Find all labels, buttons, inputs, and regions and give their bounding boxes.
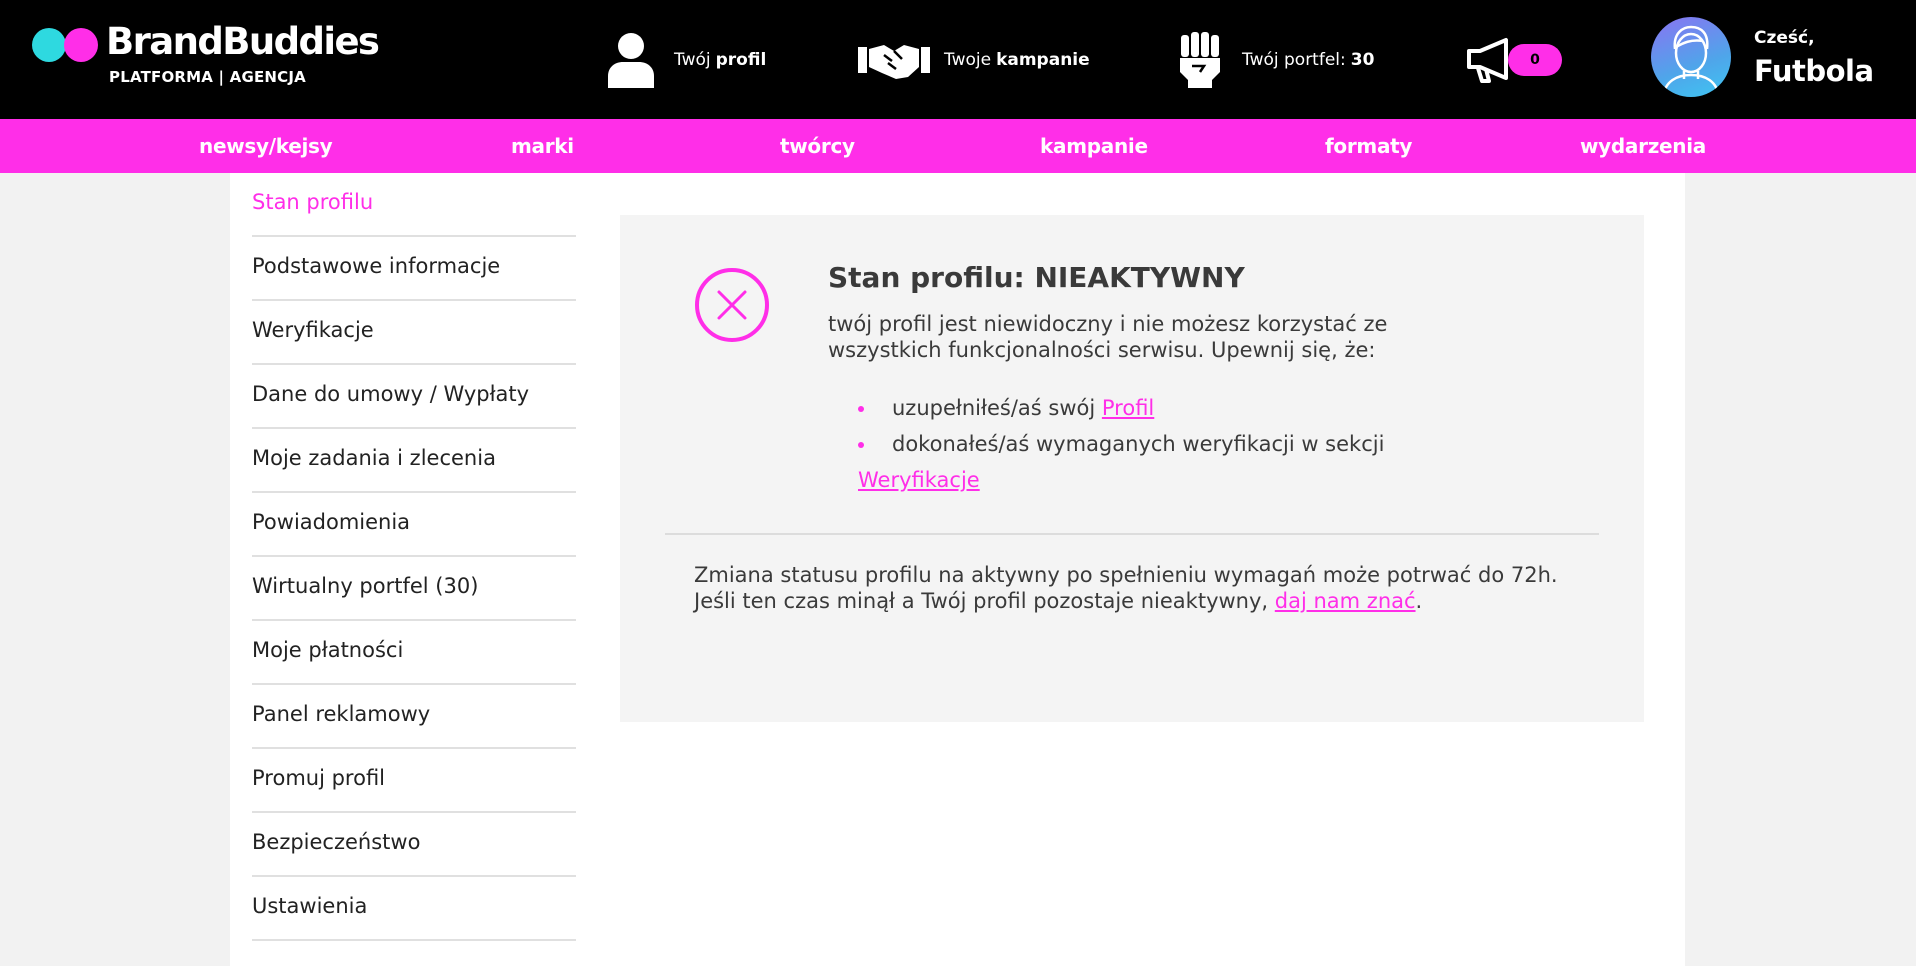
sidebar-item-wirtualny-portfel[interactable]: Wirtualny portfel (30) xyxy=(252,557,576,621)
logo-cyan-dot xyxy=(32,28,66,62)
my-profile-link[interactable]: Twój profil xyxy=(606,0,766,119)
sidebar-item-dane-do-umowy[interactable]: Dane do umowy / Wypłaty xyxy=(252,365,576,429)
sidebar-item-moje-platnosci[interactable]: Moje płatności xyxy=(252,621,576,685)
sidebar-item-bezpieczenstwo[interactable]: Bezpieczeństwo xyxy=(252,813,576,877)
user-greeting: Cześć, Futbola xyxy=(1754,28,1874,88)
sidebar-item-panel-reklamowy[interactable]: Panel reklamowy xyxy=(252,685,576,749)
user-avatar-icon xyxy=(1661,25,1721,97)
nav-item-newsy-kejsy[interactable]: newsy/kejsy xyxy=(199,119,333,173)
notifications-button[interactable]: 0 xyxy=(1466,0,1562,119)
notifications-count-badge: 0 xyxy=(1508,43,1562,76)
status-title: Stan profilu: NIEAKTYWNY xyxy=(828,261,1245,294)
sidebar-item-ustawienia[interactable]: Ustawienia xyxy=(252,877,576,941)
list-item: uzupełniłeś/aś swój Profil xyxy=(858,390,1478,426)
sidebar-item-moje-zadania[interactable]: Moje zadania i zlecenia xyxy=(252,429,576,493)
sidebar-item-stan-profilu[interactable]: Stan profilu xyxy=(252,173,576,237)
top-header: BrandBuddies PLATFORMA | AGENCJA Twój pr… xyxy=(0,0,1916,119)
greeting-text: Cześć, xyxy=(1754,28,1815,48)
profile-status-panel: Stan profilu: NIEAKTYWNY twój profil jes… xyxy=(620,215,1644,722)
profile-sidebar: Stan profilu Podstawowe informacje Weryf… xyxy=(252,173,576,941)
user-name: Futbola xyxy=(1754,54,1874,88)
avatar[interactable] xyxy=(1651,17,1731,97)
sidebar-item-podstawowe-informacje[interactable]: Podstawowe informacje xyxy=(252,237,576,301)
status-note-end: . xyxy=(1415,589,1423,613)
requirements-list: uzupełniłeś/aś swój Profil dokonałeś/aś … xyxy=(858,390,1478,498)
profile-link[interactable]: Profil xyxy=(1102,396,1154,420)
status-note: Zmiana statusu profilu na aktywny po spe… xyxy=(694,562,1594,614)
sidebar-item-weryfikacje[interactable]: Weryfikacje xyxy=(252,301,576,365)
my-campaigns-prefix: Twoje xyxy=(944,49,992,70)
content-area: Stan profilu Podstawowe informacje Weryf… xyxy=(230,173,1685,966)
verifications-link[interactable]: Weryfikacje xyxy=(858,468,980,492)
status-description: twój profil jest niewidoczny i nie możes… xyxy=(828,312,1388,362)
panel-divider xyxy=(665,533,1599,535)
brand-name: BrandBuddies xyxy=(106,20,380,63)
nav-item-wydarzenia[interactable]: wydarzenia xyxy=(1580,119,1706,173)
requirement-profile-text: uzupełniłeś/aś swój xyxy=(892,396,1096,420)
list-item-continuation: Weryfikacje xyxy=(858,462,1478,498)
status-note-text: Zmiana statusu profilu na aktywny po spe… xyxy=(694,563,1558,613)
contact-us-link[interactable]: daj nam znać xyxy=(1275,589,1416,613)
sidebar-item-powiadomienia[interactable]: Powiadomienia xyxy=(252,493,576,557)
logo-pink-dot xyxy=(64,28,98,62)
megaphone-icon xyxy=(1467,37,1508,83)
my-campaigns-link[interactable]: Twoje kampanie xyxy=(858,0,1090,119)
nav-item-formaty[interactable]: formaty xyxy=(1325,119,1412,173)
brand-logo[interactable]: BrandBuddies PLATFORMA | AGENCJA xyxy=(32,20,380,94)
bullet-dot xyxy=(858,442,864,448)
fist-icon xyxy=(1180,31,1220,88)
nav-item-tworcy[interactable]: twórcy xyxy=(780,119,855,173)
nav-item-marki[interactable]: marki xyxy=(511,119,574,173)
handshake-icon xyxy=(858,44,930,79)
user-icon xyxy=(608,32,654,88)
my-profile-prefix: Twój xyxy=(674,49,711,70)
nav-item-kampanie[interactable]: kampanie xyxy=(1040,119,1148,173)
requirement-verification-text: dokonałeś/aś wymaganych weryfikacji w se… xyxy=(892,432,1385,456)
bullet-dot xyxy=(858,406,864,412)
my-wallet-prefix: Twój portfel: xyxy=(1242,49,1346,70)
inactive-x-icon xyxy=(695,268,769,342)
my-wallet-balance: 30 xyxy=(1350,49,1375,70)
my-profile-bold: profil xyxy=(715,49,767,70)
sidebar-item-promuj-profil[interactable]: Promuj profil xyxy=(252,749,576,813)
main-nav: newsy/kejsy marki twórcy kampanie format… xyxy=(0,119,1916,173)
my-campaigns-bold: kampanie xyxy=(996,49,1090,70)
brand-subtitle: PLATFORMA | AGENCJA xyxy=(109,68,306,86)
list-item: dokonałeś/aś wymaganych weryfikacji w se… xyxy=(858,426,1478,462)
my-wallet-link[interactable]: Twój portfel: 30 xyxy=(1178,0,1374,119)
